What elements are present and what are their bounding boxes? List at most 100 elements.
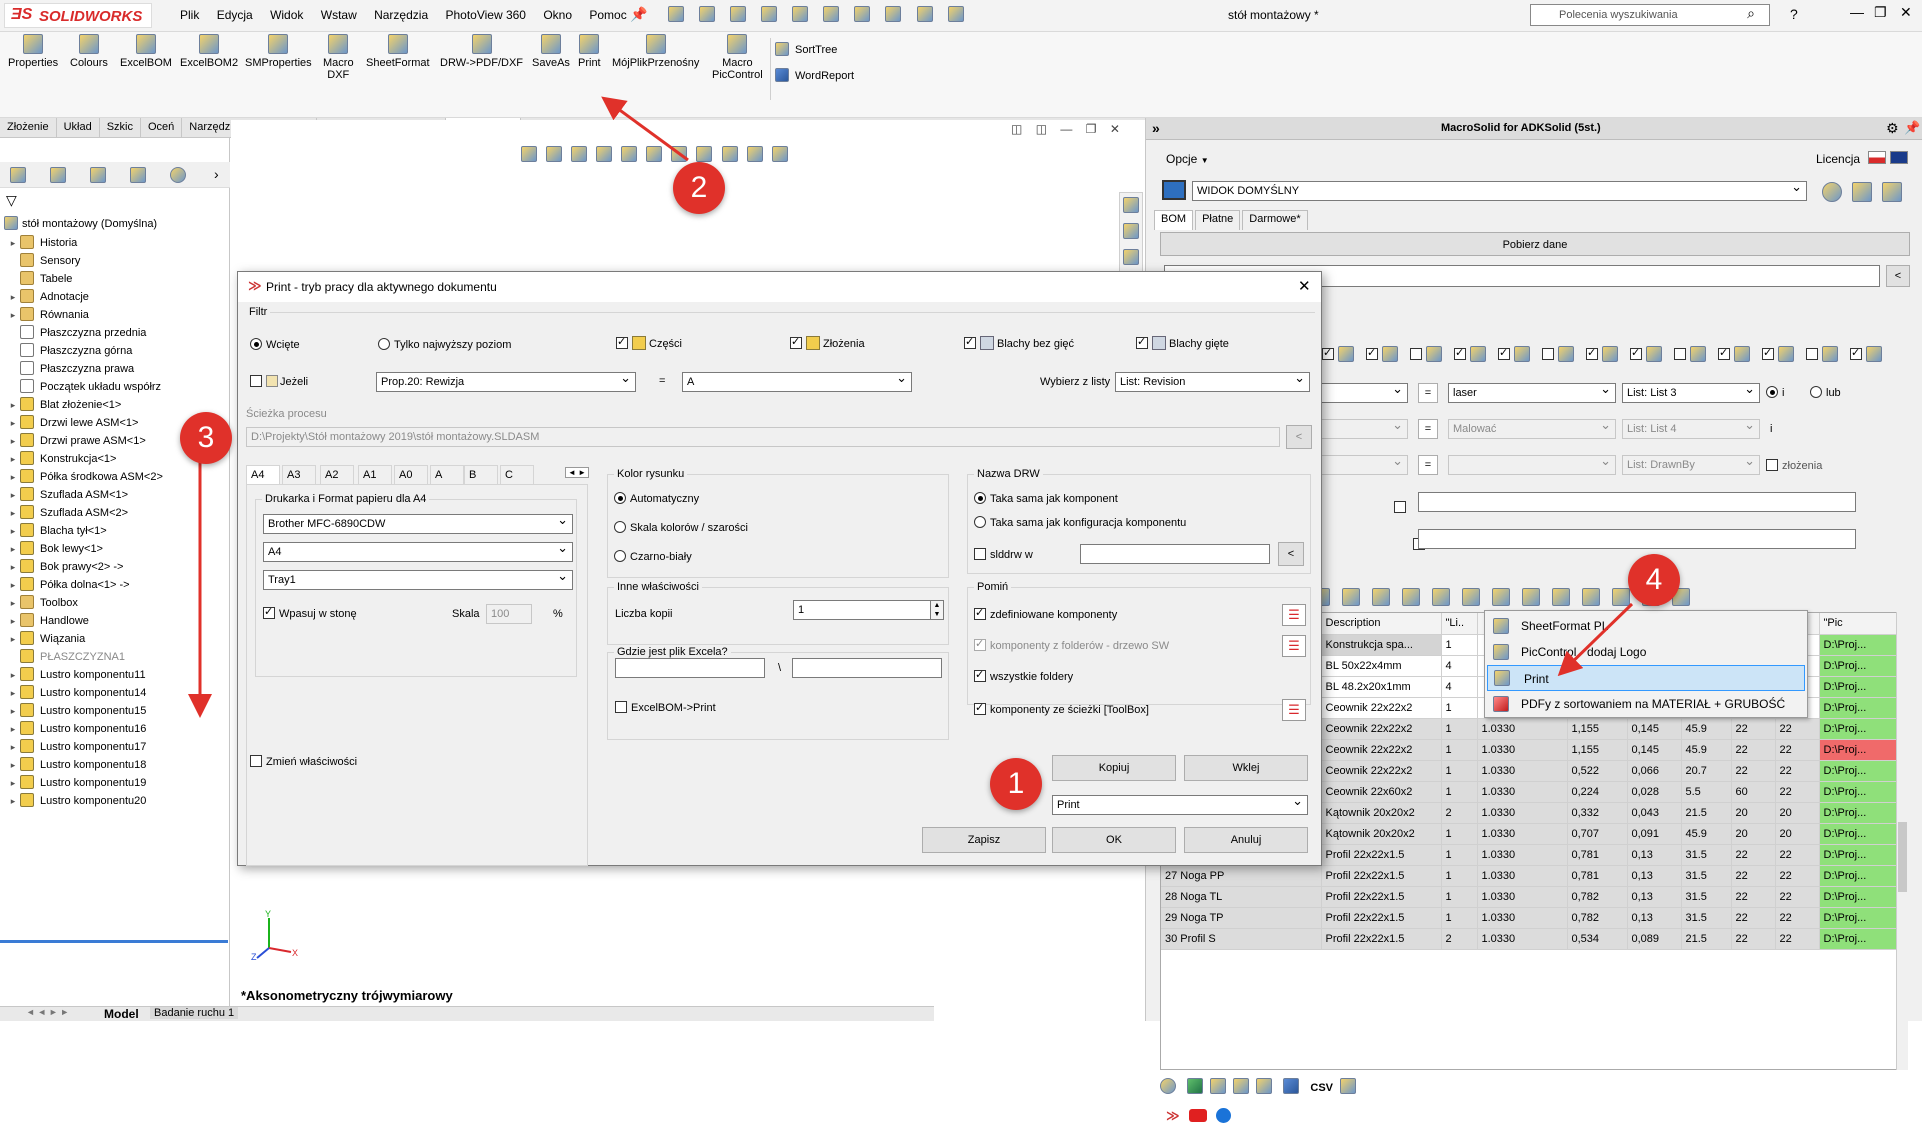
expand-arrow-icon[interactable]: ▸ <box>6 558 20 576</box>
propertymanager-tab-icon[interactable] <box>50 167 66 183</box>
paste-button[interactable]: Wklej <box>1184 755 1308 781</box>
table-cell[interactable]: 0,782 <box>1567 886 1628 908</box>
expand-arrow-icon[interactable]: ▸ <box>6 522 20 540</box>
table-cell[interactable]: 31.5 <box>1681 886 1732 908</box>
display-style-icon[interactable] <box>671 146 688 162</box>
tab-darmowe[interactable]: Darmowe* <box>1242 210 1308 230</box>
table-cell[interactable]: 22 <box>1731 907 1776 929</box>
type-filter-checkbox[interactable] <box>1542 346 1574 362</box>
table-cell[interactable]: 1.0330 <box>1477 802 1568 824</box>
table-cell[interactable]: 20 <box>1775 802 1820 824</box>
table-cell[interactable]: Profil 22x22x1.5 <box>1321 886 1442 908</box>
table-cell[interactable]: 20 <box>1775 823 1820 845</box>
tray-select[interactable]: Tray1 <box>263 570 573 590</box>
table-cell[interactable]: 1 <box>1441 865 1478 887</box>
expand-arrow-icon[interactable]: ▸ <box>6 486 20 504</box>
ribbon-excelbom[interactable]: ExcelBOM <box>120 34 172 69</box>
expand-arrow-icon[interactable]: ▸ <box>6 288 20 306</box>
tree-item[interactable]: ▸ Lustro komponentu11 <box>6 666 146 684</box>
table-cell[interactable]: Kątownik 20x20x2 <box>1321 823 1442 845</box>
tree-root[interactable]: stół montażowy (Domyślna) <box>4 216 157 230</box>
table-cell[interactable]: 0,028 <box>1627 781 1682 803</box>
menu-edycja[interactable]: Edycja <box>217 8 253 22</box>
grid-tool-icon[interactable] <box>1342 588 1360 606</box>
radio-color-bw[interactable]: Czarno-biały <box>614 550 692 563</box>
table-cell[interactable]: 31.5 <box>1681 907 1732 929</box>
paper-tabs-scroll-icon[interactable]: ◄ ► <box>565 467 590 478</box>
checkbox-zlozenia[interactable]: Złożenia <box>790 335 865 350</box>
type-filter-checkbox[interactable] <box>1498 346 1530 362</box>
table-cell[interactable]: Ceownik 22x22x2 <box>1321 718 1442 740</box>
radio-drw-same-comp[interactable]: Taka sama jak komponent <box>974 492 1118 505</box>
table-cell[interactable]: 1.0330 <box>1477 760 1568 782</box>
tree-item[interactable]: ▸ Historia <box>6 234 77 252</box>
table-cell[interactable]: 1 <box>1441 781 1478 803</box>
filter3-list-select[interactable]: List: DrawnBy <box>1622 455 1760 475</box>
table-cell[interactable]: 29 Noga TP <box>1161 907 1322 929</box>
panel-back-button[interactable]: < <box>1886 265 1910 287</box>
table-cell[interactable]: 20 <box>1731 802 1776 824</box>
tree-item[interactable]: ▸ Lustro komponentu16 <box>6 720 146 738</box>
ok-button[interactable]: OK <box>1052 827 1176 853</box>
cmd-tab-2[interactable]: Szkic <box>100 118 141 138</box>
skip-toolbox-checkbox[interactable]: komponenty ze ścieżki [ToolBox] <box>974 701 1149 716</box>
table-cell[interactable]: 0,089 <box>1627 928 1682 950</box>
table-cell[interactable]: D:\Proj... <box>1819 634 1907 656</box>
ribbon-sheetformat[interactable]: SheetFormat <box>366 34 430 69</box>
table-cell[interactable]: 0,13 <box>1627 865 1682 887</box>
table-cell[interactable]: 1,155 <box>1567 718 1628 740</box>
copies-spinner-icon[interactable]: ▲ ▼ <box>930 600 944 620</box>
table-cell[interactable]: BL 48.2x20x1mm <box>1321 676 1442 698</box>
skip-folders-checkbox[interactable]: komponenty z folderów - drzewo SW <box>974 637 1169 652</box>
slddrw-input[interactable] <box>1080 544 1270 564</box>
export-excel2-icon[interactable] <box>1210 1078 1227 1094</box>
paper-tab-5[interactable]: A <box>430 465 464 485</box>
cmd-tab-0[interactable]: Złożenie <box>0 118 57 138</box>
ribbon-colours[interactable]: Colours <box>70 34 108 69</box>
table-cell[interactable]: 28 Noga TL <box>1161 886 1322 908</box>
export-excel-icon[interactable] <box>1187 1078 1204 1094</box>
paper-size-select[interactable]: A4 <box>263 542 573 562</box>
tree-item[interactable]: ▸ Szuflada ASM<1> <box>6 486 128 504</box>
checkbox-blachy-giete[interactable]: Blachy gięte <box>1136 335 1229 350</box>
zoom-area-icon[interactable] <box>546 146 563 162</box>
tab-platne[interactable]: Płatne <box>1195 210 1241 230</box>
table-cell[interactable]: 0,145 <box>1627 739 1682 761</box>
table-row[interactable]: 27 Noga PP Profil 22x22x1.5 1 1.0330 0,781 0,… <box>1161 865 1907 887</box>
view-settings-gear-icon[interactable] <box>1822 182 1842 202</box>
table-cell[interactable]: 1.0330 <box>1477 718 1568 740</box>
table-cell[interactable]: 1 <box>1441 697 1478 719</box>
profile-select[interactable]: Print <box>1052 795 1308 815</box>
table-cell[interactable]: 0,781 <box>1567 865 1628 887</box>
radio-wciete[interactable]: Wcięte <box>250 338 300 351</box>
tree-item[interactable]: ▸ Bok prawy<2> -> <box>6 558 123 576</box>
table-cell[interactable]: 1.0330 <box>1477 865 1568 887</box>
type-filter-checkbox[interactable] <box>1674 346 1706 362</box>
filter1-list-select[interactable]: List: List 3 <box>1622 383 1760 403</box>
save-icon[interactable] <box>761 6 778 22</box>
cmd-tab-1[interactable]: Układ <box>57 118 100 138</box>
list-select[interactable]: List: Revision <box>1115 372 1310 392</box>
filter1-and-radio[interactable]: i <box>1766 386 1784 399</box>
grid-tool-icon[interactable] <box>1552 588 1570 606</box>
file-properties-icon[interactable] <box>916 6 933 22</box>
pobierz-dane-button[interactable]: Pobierz dane <box>1160 232 1910 256</box>
table-cell[interactable]: D:\Proj... <box>1819 865 1907 887</box>
tree-item[interactable]: ▸ Toolbox <box>6 594 78 612</box>
cancel-button[interactable]: Anuluj <box>1184 827 1308 853</box>
display-manager-tab-icon[interactable] <box>170 167 186 183</box>
expand-arrow-icon[interactable]: ▸ <box>6 540 20 558</box>
ribbon-sorttree[interactable]: SortTree <box>775 42 837 56</box>
options-gear-icon[interactable] <box>947 6 964 22</box>
task-pane-explorer-icon[interactable] <box>1123 249 1139 265</box>
expand-arrow-icon[interactable]: ▸ <box>6 234 20 252</box>
expand-arrow-icon[interactable]: ▸ <box>6 414 20 432</box>
type-filter-checkbox[interactable] <box>1410 346 1442 362</box>
filter2-list-select[interactable]: List: List 4 <box>1622 419 1760 439</box>
menu-plik[interactable]: Plik <box>180 8 199 22</box>
ribbon-drw-pdf-dxf[interactable]: DRW->PDF/DXF <box>440 34 523 69</box>
table-cell[interactable]: D:\Proj... <box>1819 886 1907 908</box>
table-cell[interactable]: D:\Proj... <box>1819 676 1907 698</box>
expand-arrow-icon[interactable]: ▸ <box>6 594 20 612</box>
table-cell[interactable]: 2 <box>1441 802 1478 824</box>
